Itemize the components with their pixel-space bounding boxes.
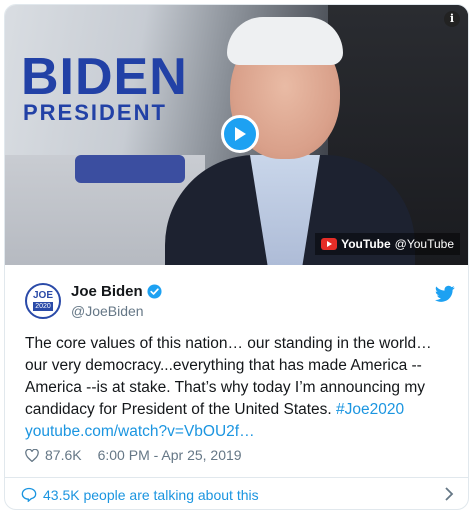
video-embed[interactable]: BIDEN PRESIDENT i YouTube @YouTube — [5, 5, 468, 265]
tweet-text: The core values of this nation… our stan… — [25, 333, 457, 443]
tweet-meta: 87.6K 6:00 PM - Apr 25, 2019 — [25, 447, 455, 463]
avatar-year: 2020 — [33, 302, 53, 311]
avatar[interactable]: JOE 2020 — [25, 283, 61, 319]
source-name: YouTube — [341, 237, 391, 251]
avatar-text: JOE — [32, 290, 53, 301]
author-name-row[interactable]: Joe Biden — [71, 283, 162, 300]
author-handle[interactable]: @JoeBiden — [71, 303, 144, 319]
chevron-right-icon — [445, 487, 454, 501]
info-icon[interactable]: i — [444, 11, 460, 27]
speech-bubble-icon — [21, 487, 37, 502]
verified-icon — [147, 284, 162, 299]
tweet-card: BIDEN PRESIDENT i YouTube @YouTube JOE 2… — [4, 4, 469, 510]
twitter-icon[interactable] — [435, 285, 455, 303]
conversation-link[interactable]: 43.5K people are talking about this — [5, 477, 468, 509]
video-speaker — [165, 5, 415, 265]
conversation-label: 43.5K people are talking about this — [43, 486, 259, 503]
author-name: Joe Biden — [71, 283, 143, 300]
hashtag-link[interactable]: #Joe2020 — [336, 401, 404, 418]
video-link[interactable]: youtube.com/watch?v=VbOU2f… — [25, 423, 255, 440]
play-button[interactable] — [221, 115, 259, 153]
video-source-badge[interactable]: YouTube @YouTube — [315, 233, 460, 255]
tweet-author: JOE 2020 Joe Biden @JoeBiden — [25, 281, 455, 321]
like-count[interactable]: 87.6K — [45, 447, 82, 463]
source-handle: @YouTube — [394, 237, 454, 251]
tweet-timestamp[interactable]: 6:00 PM - Apr 25, 2019 — [98, 447, 242, 463]
youtube-icon — [321, 238, 338, 250]
play-icon — [235, 127, 246, 141]
heart-icon[interactable] — [25, 448, 39, 462]
